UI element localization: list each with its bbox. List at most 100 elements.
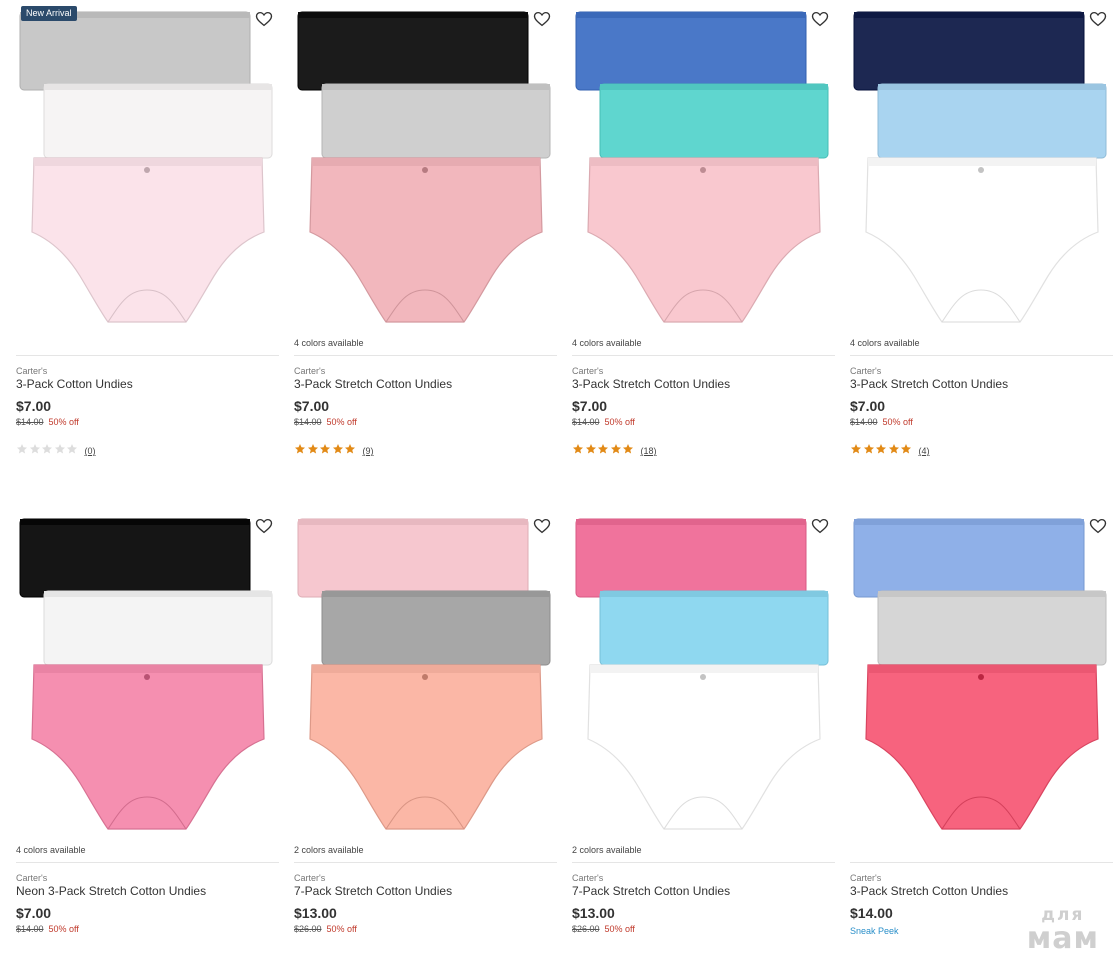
price-savings: $14.00 50% off [572,417,635,427]
panty-middle [321,83,551,159]
product-brand: Carter's [572,366,604,376]
star-icon [66,442,79,460]
panty-front [309,157,543,323]
original-price: $14.00 [294,417,322,427]
price-savings: $14.00 50% off [850,417,913,427]
product-price: $7.00 [294,398,330,414]
divider [572,862,835,863]
discount-label: 50% off [48,417,79,427]
rating-stars [850,442,913,460]
colors-available[interactable]: 4 colors available [850,338,920,350]
colors-available[interactable]: 2 colors available [572,845,642,857]
panty-back [853,518,1085,598]
product-price: $7.00 [572,398,608,414]
star-icon [29,442,42,460]
product-brand: Carter's [850,366,882,376]
review-count[interactable]: (18) [641,446,657,456]
divider [16,355,279,356]
product-price: $14.00 [850,905,893,921]
product-image[interactable] [572,507,835,842]
product-brand: Carter's [16,366,48,376]
colors-available[interactable]: 4 colors available [572,338,642,350]
product-brand: Carter's [294,873,326,883]
product-image[interactable] [16,507,279,842]
panty-middle [43,83,273,159]
panty-middle [599,590,829,666]
review-count[interactable]: (4) [919,446,930,456]
discount-label: 50% off [326,417,357,427]
product-name[interactable]: 3-Pack Cotton Undies [16,377,133,391]
product-image[interactable] [850,0,1113,335]
colors-available[interactable]: 4 colors available [16,845,86,857]
product-image[interactable] [294,507,557,842]
original-price: $26.00 [572,924,600,934]
star-icon [16,442,29,460]
panty-front [865,157,1099,323]
star-icon [875,442,888,460]
product-name[interactable]: Neon 3-Pack Stretch Cotton Undies [16,884,206,898]
star-icon [610,442,623,460]
star-icon [900,442,913,460]
discount-label: 50% off [604,924,635,934]
sneak-peek-link[interactable]: Sneak Peek [850,926,899,936]
product-name[interactable]: 7-Pack Stretch Cotton Undies [294,884,452,898]
panty-middle [321,590,551,666]
panty-middle [877,83,1107,159]
heart-outline-icon[interactable] [255,517,273,535]
product-image[interactable] [850,507,1113,842]
panty-middle [599,83,829,159]
original-price: $14.00 [16,417,44,427]
product-name[interactable]: 3-Pack Stretch Cotton Undies [850,377,1008,391]
product-name[interactable]: 7-Pack Stretch Cotton Undies [572,884,730,898]
product-name[interactable]: 3-Pack Stretch Cotton Undies [850,884,1008,898]
heart-outline-icon[interactable] [811,517,829,535]
product-rating[interactable]: (9) [294,444,374,458]
panty-back [19,518,251,598]
panty-front [587,664,821,830]
heart-outline-icon[interactable] [1089,10,1107,28]
product-name[interactable]: 3-Pack Stretch Cotton Undies [294,377,452,391]
price-savings: $14.00 50% off [16,417,79,427]
original-price: $14.00 [16,924,44,934]
review-count[interactable]: (9) [363,446,374,456]
product-rating[interactable]: (18) [572,444,657,458]
star-icon [585,442,598,460]
star-icon [622,442,635,460]
colors-available[interactable]: 4 colors available [294,338,364,350]
panty-back [575,11,807,91]
divider [16,862,279,863]
product-brand: Carter's [16,873,48,883]
panty-back [575,518,807,598]
colors-available[interactable]: 2 colors available [294,845,364,857]
star-icon [597,442,610,460]
rating-stars [16,442,79,460]
heart-outline-icon[interactable] [811,10,829,28]
product-rating[interactable]: (0) [16,444,96,458]
heart-outline-icon[interactable] [533,517,551,535]
product-price: $13.00 [294,905,337,921]
star-icon [332,442,345,460]
review-count[interactable]: (0) [85,446,96,456]
product-image[interactable] [294,0,557,335]
divider [294,355,557,356]
product-image[interactable] [572,0,835,335]
product-price: $7.00 [850,398,886,414]
product-price: $13.00 [572,905,615,921]
product-brand: Carter's [294,366,326,376]
product-brand: Carter's [850,873,882,883]
panty-back [853,11,1085,91]
product-rating[interactable]: (4) [850,444,930,458]
divider [572,355,835,356]
discount-label: 50% off [882,417,913,427]
panty-middle [877,590,1107,666]
panty-back [19,11,251,91]
discount-label: 50% off [48,924,79,934]
product-image[interactable] [16,0,279,335]
heart-outline-icon[interactable] [1089,517,1107,535]
product-name[interactable]: 3-Pack Stretch Cotton Undies [572,377,730,391]
panty-back [297,518,529,598]
heart-outline-icon[interactable] [255,10,273,28]
rating-stars [572,442,635,460]
heart-outline-icon[interactable] [533,10,551,28]
price-savings: $26.00 50% off [294,924,357,934]
